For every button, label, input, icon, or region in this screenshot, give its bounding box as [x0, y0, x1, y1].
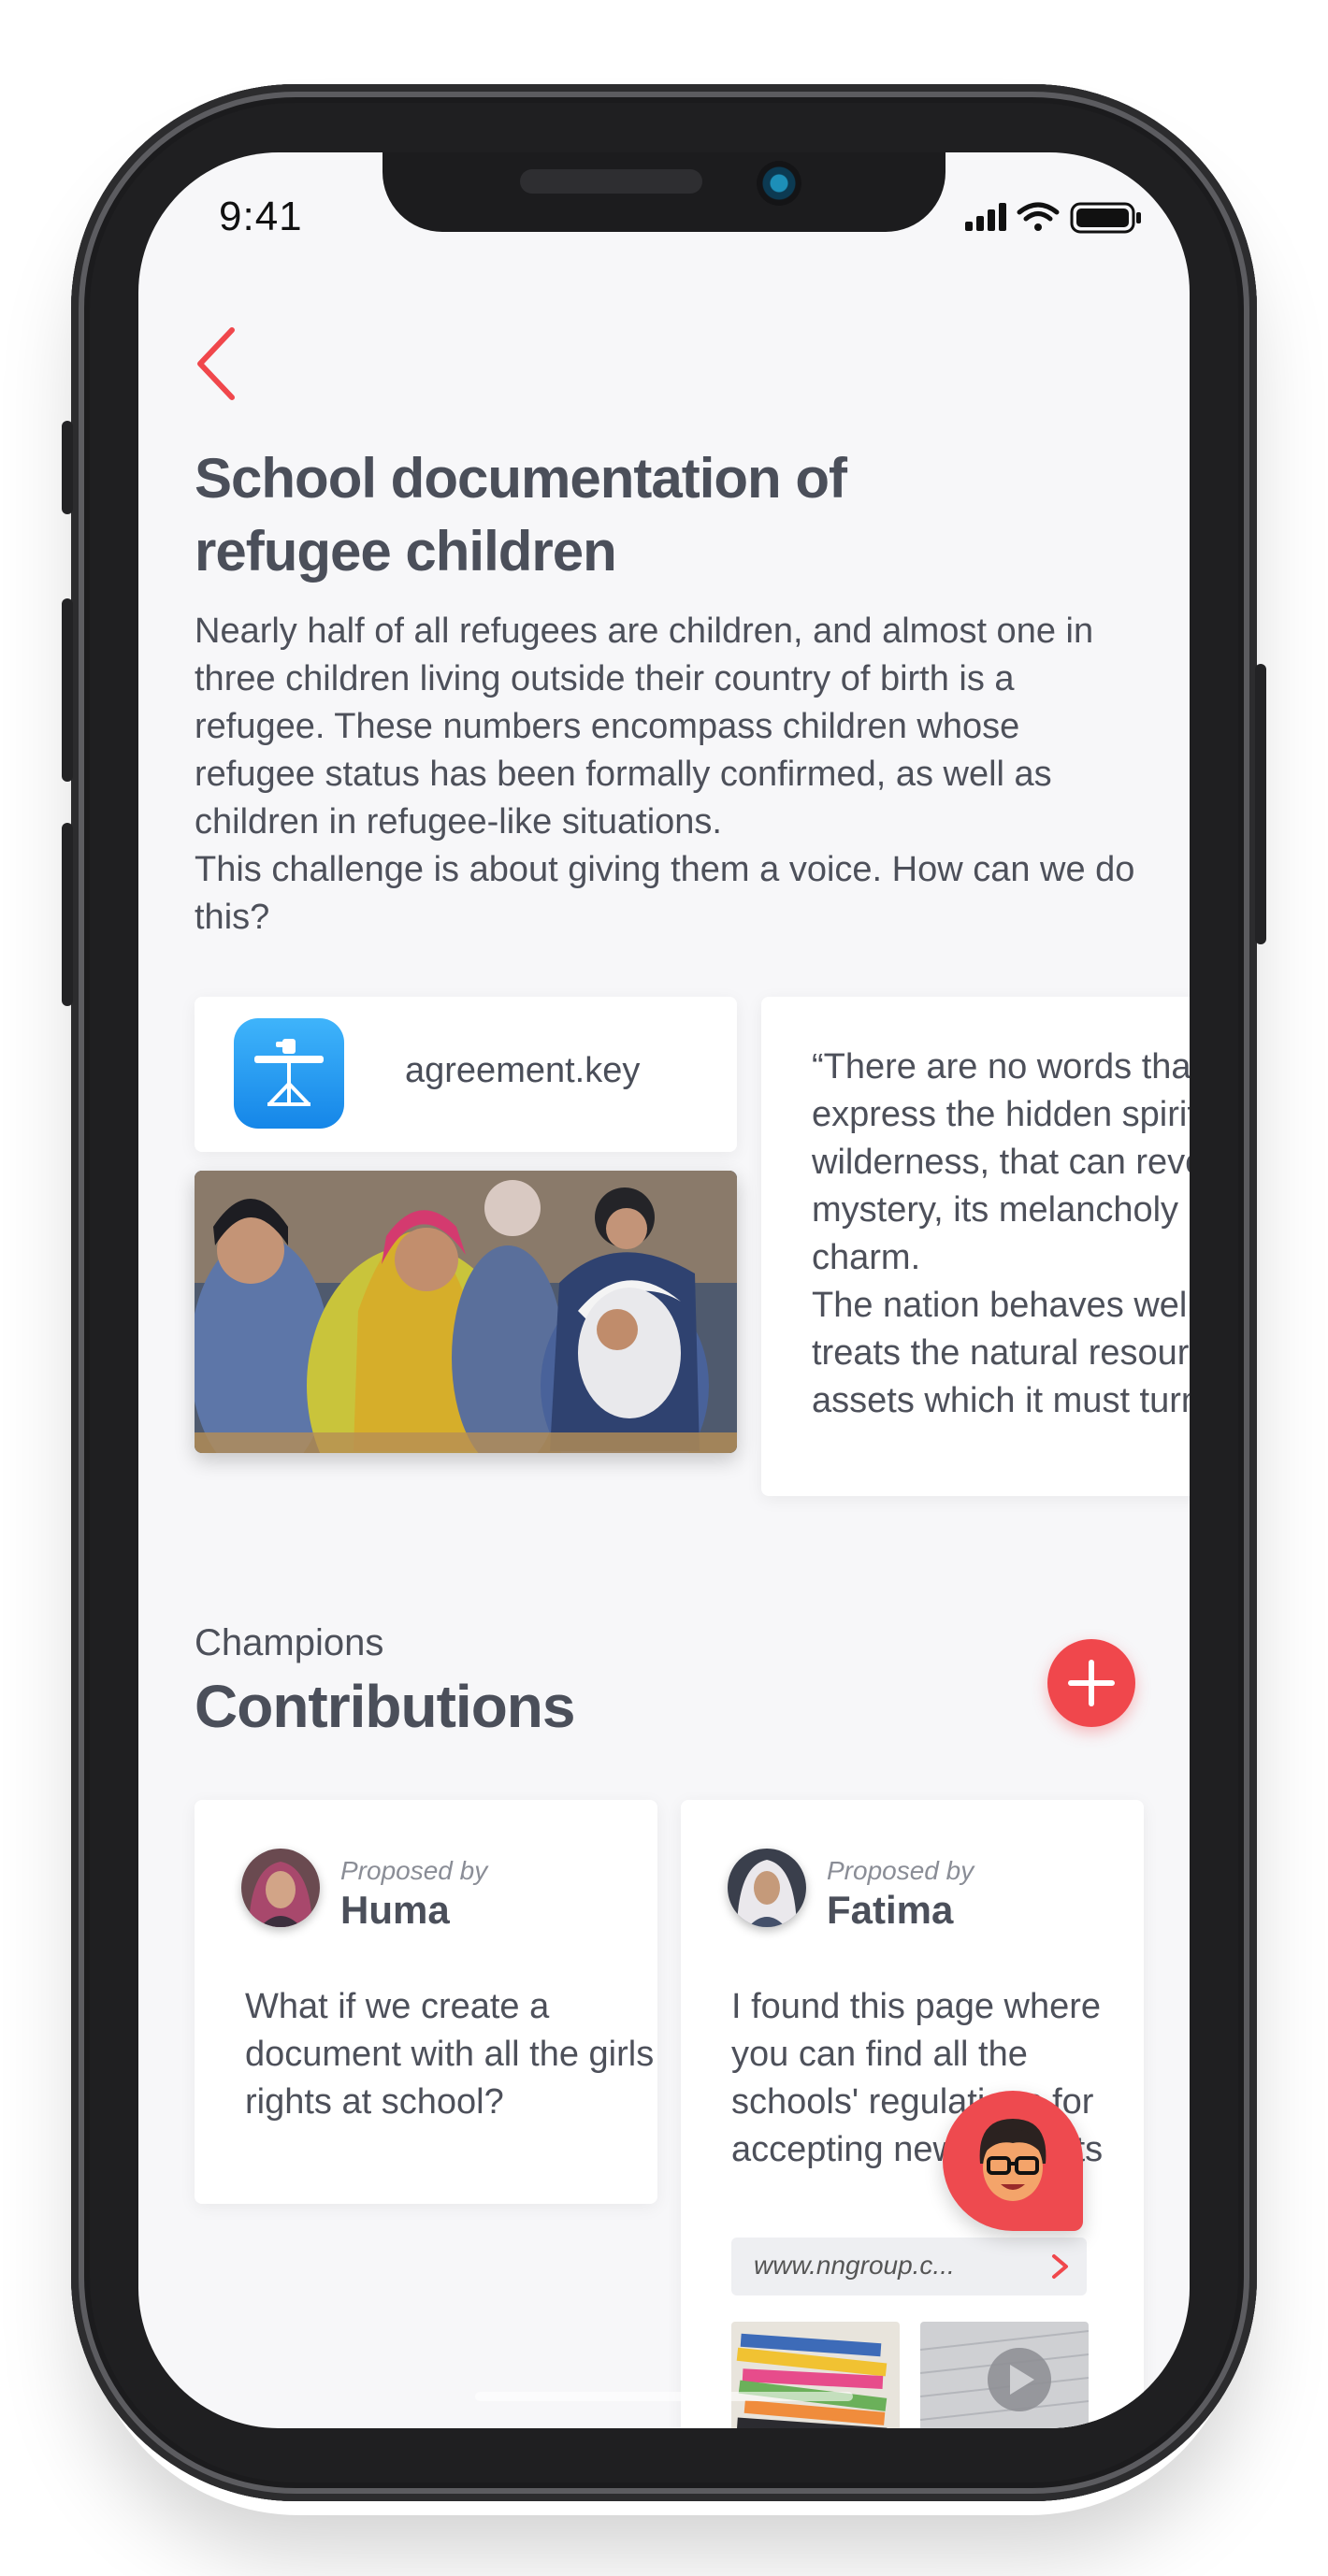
link-preview[interactable]: www.nngroup.c...: [731, 2238, 1087, 2295]
assistant-chat-button[interactable]: [943, 2091, 1083, 2231]
link-url: www.nngroup.c...: [754, 2251, 955, 2280]
assistant-avatar-icon: [979, 2119, 1047, 2201]
thumbnail-books[interactable]: [731, 2322, 900, 2428]
chevron-left-icon: [197, 327, 235, 400]
mute-switch: [62, 421, 73, 514]
back-button[interactable]: [183, 321, 249, 405]
power-button: [1255, 664, 1266, 944]
camera: [757, 161, 801, 206]
add-contribution-button[interactable]: [1047, 1639, 1135, 1727]
challenge-description: Nearly half of all refugees are children…: [195, 608, 1139, 942]
wifi-icon: [1017, 202, 1060, 231]
battery-icon: [1070, 202, 1141, 234]
chevron-right-icon: [1052, 2254, 1068, 2279]
section-label: Champions: [195, 1622, 384, 1663]
status-icons: [965, 202, 1141, 234]
keynote-icon: [234, 1018, 344, 1129]
proposed-by-label: Proposed by: [827, 1856, 974, 1885]
signal-icon: [965, 203, 1006, 231]
volume-down-button: [62, 823, 73, 1006]
page-title: School documentation of refugee children: [195, 447, 847, 583]
notch: [383, 152, 945, 232]
speaker: [520, 169, 702, 194]
quote-text: “There are no words that can express the…: [812, 1047, 1190, 1420]
home-indicator: [475, 2392, 853, 2401]
avatar: [241, 1849, 320, 1927]
contribution-card-huma[interactable]: Proposed by Huma What if we create a doc…: [195, 1800, 657, 2204]
students-photo-image: [195, 1171, 737, 1453]
section-title: Contributions: [195, 1673, 575, 1740]
volume-up-button: [62, 598, 73, 782]
avatar: [728, 1849, 806, 1927]
quote-card[interactable]: “There are no words that can express the…: [761, 997, 1190, 1496]
status-time: 9:41: [219, 194, 303, 239]
plus-icon: [1068, 1660, 1115, 1706]
description-question: This challenge is about giving them a vo…: [195, 850, 1135, 937]
author-name: Huma: [340, 1888, 450, 1932]
thumbnail-video[interactable]: [920, 2322, 1089, 2428]
attachment-photo[interactable]: [195, 1171, 737, 1453]
app-screen: 9:41 School documentation of refugee chi…: [138, 152, 1190, 2428]
file-name: agreement.key: [405, 1051, 641, 1090]
contribution-text: What if we create a document with all th…: [245, 1987, 655, 2122]
proposed-by-label: Proposed by: [340, 1856, 488, 1885]
author-name: Fatima: [827, 1888, 954, 1932]
file-attachment[interactable]: agreement.key: [195, 997, 737, 1152]
description-paragraph: Nearly half of all refugees are children…: [195, 612, 1094, 842]
